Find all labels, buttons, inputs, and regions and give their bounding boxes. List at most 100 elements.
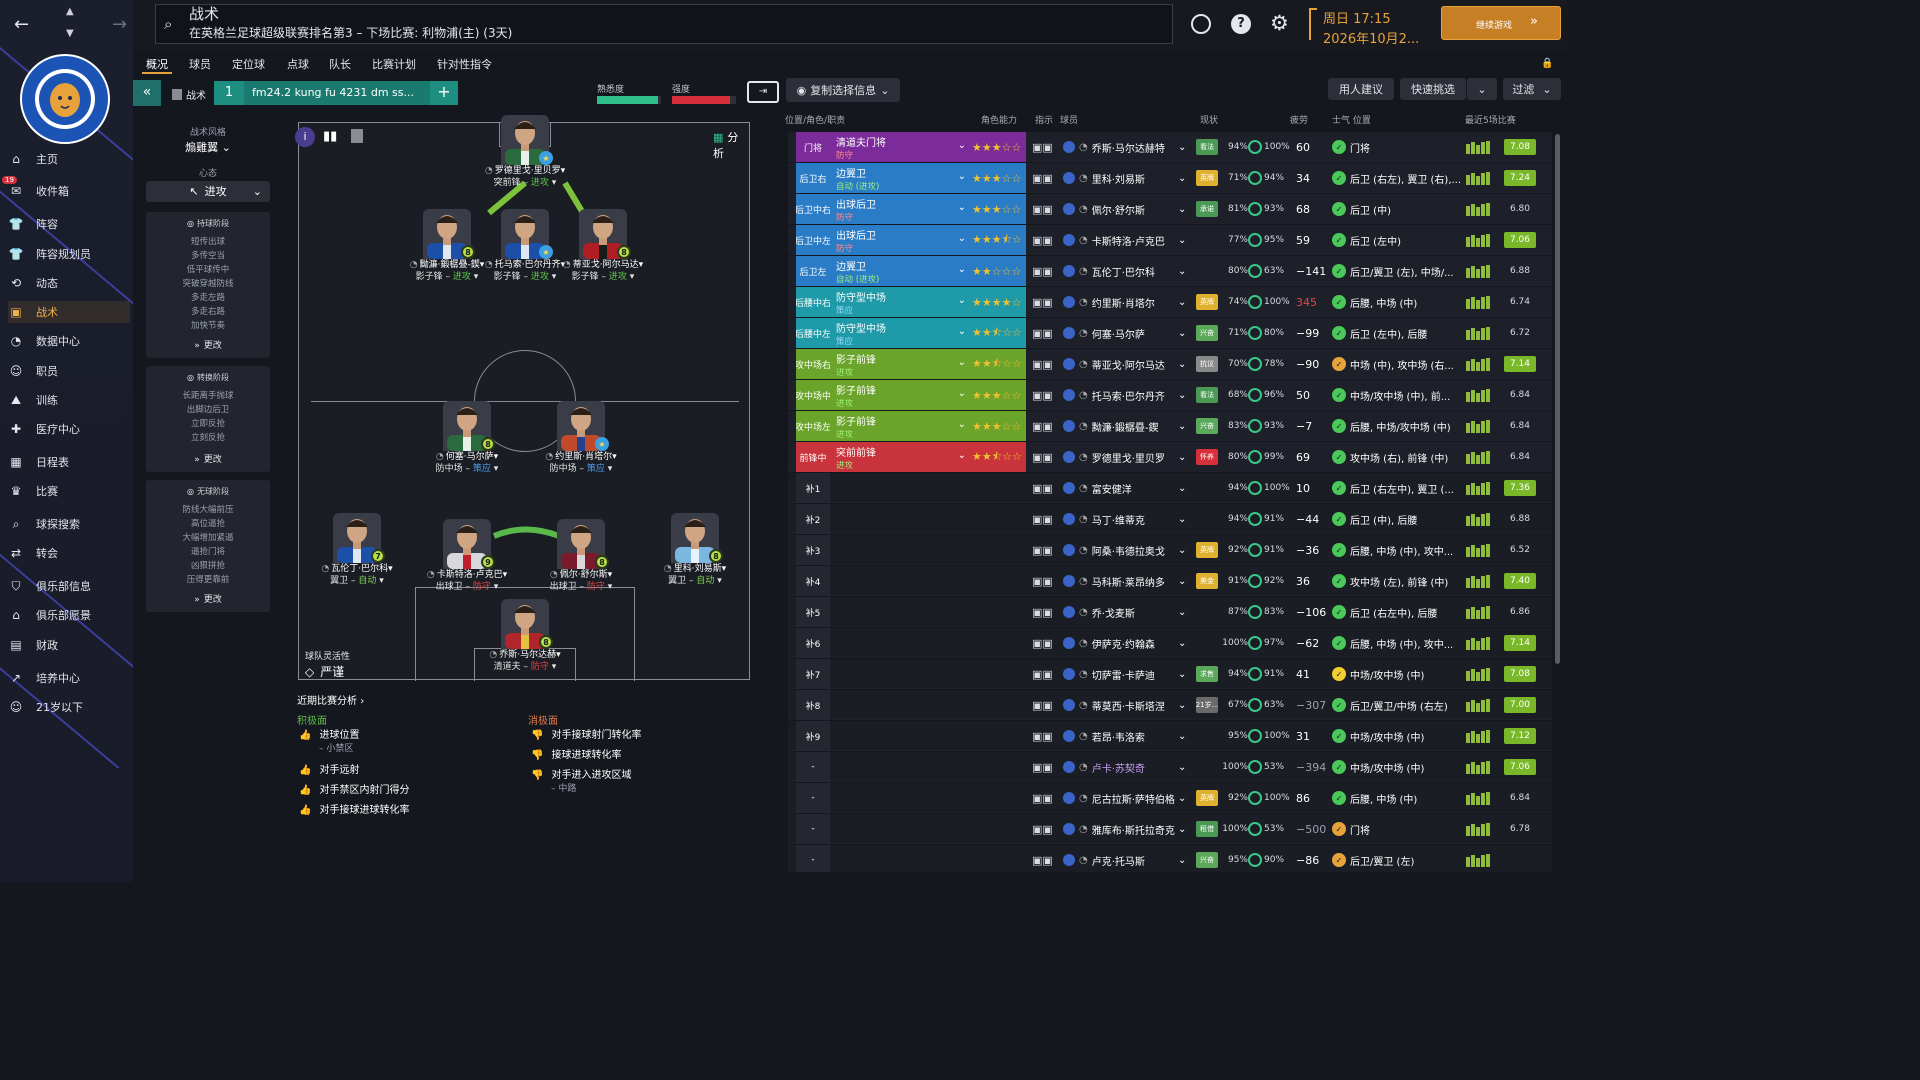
table-row[interactable]: - ▣▣ ◔ 卢卡·苏契奇 ⌄ 100% 53% −394 ✓ 中场/攻中场 (中) 7.06 (788, 752, 1552, 782)
nav-item-data-hub[interactable]: ◔ 数据中心 (8, 330, 130, 352)
instructions-icon[interactable]: ▣▣ (1032, 473, 1056, 503)
chevron-down-icon[interactable]: ⌄ (1178, 504, 1190, 534)
instructions-icon[interactable]: ▣▣ (1032, 287, 1056, 317)
chevron-down-icon[interactable]: ⌄ (1178, 225, 1190, 255)
table-row[interactable]: 门将 清道夫门将 防守 ⌄ ★★★☆☆ ▣▣ ◔ 乔斯·马尔达赫特 ⌄ 看法 94% 100% 60 ✓ 门… (788, 132, 1552, 162)
player-name-cell[interactable]: ◔ 黝濂·鍛樼疂-鍥 (1063, 411, 1193, 441)
column-header[interactable]: 指示 (1035, 113, 1053, 126)
player-name-cell[interactable]: ◔ 托马索·巴尔丹齐 (1063, 380, 1193, 410)
table-row[interactable]: - ▣▣ ◔ 尼古拉斯·萨特伯格 ⌄ 英牌 92% 100% 86 ✓ 后腰, 中场 (中) 6.84 (788, 783, 1552, 813)
player-name-cell[interactable]: ◔ 罗德里戈·里贝罗 (1063, 442, 1193, 472)
player-name-cell[interactable]: ◔ 阿桑·韦德拉奥戈 (1063, 535, 1193, 565)
instructions-icon[interactable]: ▣▣ (1032, 690, 1056, 720)
instructions-icon[interactable]: ▣▣ (1032, 535, 1056, 565)
pitch-player[interactable]: ★ ◔ 约里斯·肖塔尔▾ 防中场 – 策应 ▾ (533, 401, 629, 474)
forward-button[interactable]: → (112, 14, 127, 35)
bar-chart-icon[interactable]: ▮▮ (323, 129, 337, 144)
intensity-bar[interactable] (672, 96, 736, 104)
column-header[interactable]: 疲劳 (1290, 113, 1308, 126)
table-row[interactable]: 补1 ▣▣ ◔ 富安健洋 ⌄ 94% 100% 10 ✓ 后卫 (右左中), 翼卫 (... 7.3… (788, 473, 1552, 503)
player-name-cell[interactable]: ◔ 卢卡·苏契奇 (1063, 752, 1193, 782)
bug-report-icon[interactable] (1191, 14, 1211, 34)
player-name-cell[interactable]: ◔ 里科·刘易斯 (1063, 163, 1193, 193)
export-button[interactable]: ⇥ (747, 81, 779, 103)
column-header[interactable]: 士气 位置 (1332, 113, 1371, 126)
help-icon[interactable]: ? (1231, 14, 1251, 34)
chevron-down-icon[interactable]: ⌄ (1178, 845, 1190, 872)
table-row[interactable]: 后卫中右 出球后卫 防守 ⌄ ★★★☆☆ ▣▣ ◔ 佩尔·舒尔斯 ⌄ 承诺 81% 93% 68 ✓ 后卫 … (788, 194, 1552, 224)
player-name-cell[interactable]: ◔ 卡斯特洛·卢克巴 (1063, 225, 1193, 255)
nav-item-tactics[interactable]: ▣ 战术 (8, 301, 130, 323)
instructions-icon[interactable]: ▣▣ (1032, 845, 1056, 872)
instructions-icon[interactable]: ▣▣ (1032, 659, 1056, 689)
player-name-cell[interactable]: ◔ 乔·戈麦斯 (1063, 597, 1193, 627)
player-name-cell[interactable]: ◔ 切萨雷·卡萨迪 (1063, 659, 1193, 689)
change-button[interactable]: » 更改 (146, 338, 270, 351)
role-cell[interactable]: 影子前锋 进攻 ⌄ (830, 380, 970, 410)
pitch-player[interactable]: 8 ◔ 乔斯·马尔达赫▾ 清道夫 – 防守 ▾ (477, 599, 573, 672)
table-row[interactable]: 补6 ▣▣ ◔ 伊萨克·约翰森 ⌄ 100% 97% −62 ✓ 后腰, 中场 (中), 攻中..… (788, 628, 1552, 658)
phase-panel-1[interactable]: ◎ 转换阶段 长距离手抛球 出脚边后卫 立即反抢 立刻反抢 » 更改 (146, 366, 270, 472)
tab-6[interactable]: 针对性指令 (437, 56, 492, 72)
player-name-cell[interactable]: ◔ 佩尔·舒尔斯 (1063, 194, 1193, 224)
pitch-player[interactable]: 8 ◔ 佩尔·舒尔斯▾ 出球卫 – 防守 ▾ (533, 519, 629, 592)
instructions-icon[interactable]: ▣▣ (1032, 194, 1056, 224)
table-row[interactable]: 攻中场中 影子前锋 进攻 ⌄ ★★★☆☆ ▣▣ ◔ 托马索·巴尔丹齐 ⌄ 看法 68% 96% 50 ✓ 中… (788, 380, 1552, 410)
change-button[interactable]: » 更改 (146, 452, 270, 465)
scrollbar[interactable] (1555, 134, 1560, 664)
tactic-slot-number[interactable]: 1 (214, 81, 244, 105)
instructions-icon[interactable]: ▣▣ (1032, 721, 1056, 751)
role-cell[interactable]: 边翼卫 自动 (进攻) ⌄ (830, 256, 970, 286)
tab-5[interactable]: 比赛计划 (372, 56, 416, 72)
player-name-cell[interactable]: ◔ 蒂亚戈·阿尔马达 (1063, 349, 1193, 379)
instructions-icon[interactable]: ▣▣ (1032, 256, 1056, 286)
chevron-down-icon[interactable]: ⌄ (1178, 380, 1190, 410)
table-row[interactable]: - ▣▣ ◔ 卢克·托马斯 ⌄ 兴奋 95% 90% −86 ✓ 后卫/翼卫 (左) (788, 845, 1552, 872)
nav-item-medical[interactable]: ✚ 医疗中心 (8, 418, 130, 440)
info-icon[interactable]: i (295, 127, 315, 147)
player-name-cell[interactable]: ◔ 约里斯·肖塔尔 (1063, 287, 1193, 317)
instructions-icon[interactable]: ▣▣ (1032, 442, 1056, 472)
nav-item-vision[interactable]: ⌂ 俱乐部愿景 (8, 604, 130, 626)
chevron-down-icon[interactable]: ⌄ (1178, 628, 1190, 658)
table-row[interactable]: - ▣▣ ◔ 雅库布·斯托拉奇克 ⌄ 租借 100% 53% −500 ✓ 门将 6.78 (788, 814, 1552, 844)
table-row[interactable]: 前锋中 突前前锋 进攻 ⌄ ★★⯪☆☆ ▣▣ ◔ 罗德里戈·里贝罗 ⌄ 怀养 80% 99% 69 ✓ 攻中… (788, 442, 1552, 472)
player-name-cell[interactable]: ◔ 若昂·韦洛索 (1063, 721, 1193, 751)
pitch-player[interactable]: 8 ◔ 里科·刘易斯▾ 翼卫 – 自动 ▾ (647, 513, 743, 586)
chevron-down-icon[interactable]: ⌄ (1178, 752, 1190, 782)
player-name-cell[interactable]: ◔ 伊萨克·约翰森 (1063, 628, 1193, 658)
recommend-button[interactable]: 用人建议 (1328, 78, 1394, 100)
chevron-down-icon[interactable]: ⌄ (1178, 814, 1190, 844)
table-row[interactable]: 攻中场右 影子前锋 进攻 ⌄ ★★⯪☆☆ ▣▣ ◔ 蒂亚戈·阿尔马达 ⌄ 抗议 70% 78% −90 ✓… (788, 349, 1552, 379)
chevron-down-icon[interactable]: ⌄ (1178, 473, 1190, 503)
change-button[interactable]: » 更改 (146, 592, 270, 605)
table-row[interactable]: 补7 ▣▣ ◔ 切萨雷·卡萨迪 ⌄ 求售 94% 91% 41 ✓ 中场/攻中场 (中) 7.08 (788, 659, 1552, 689)
role-cell[interactable]: 边翼卫 自动 (进攻) ⌄ (830, 163, 970, 193)
instructions-icon[interactable]: ▣▣ (1032, 163, 1056, 193)
instructions-icon[interactable]: ▣▣ (1032, 318, 1056, 348)
column-header[interactable]: 最近5场比赛 (1465, 113, 1516, 126)
role-cell[interactable]: 出球后卫 防守 ⌄ (830, 225, 970, 255)
chevron-down-icon[interactable]: ⌄ (1178, 318, 1190, 348)
table-row[interactable]: 补5 ▣▣ ◔ 乔·戈麦斯 ⌄ 87% 83% −106 ✓ 后卫 (右左中), 后腰 6.86 (788, 597, 1552, 627)
table-row[interactable]: 补3 ▣▣ ◔ 阿桑·韦德拉奥戈 ⌄ 英牌 92% 91% −36 ✓ 后腰, 中场 (中), 攻中… (788, 535, 1552, 565)
player-name-cell[interactable]: ◔ 卢克·托马斯 (1063, 845, 1193, 872)
player-name-cell[interactable]: ◔ 蒂莫西·卡斯塔涅 (1063, 690, 1193, 720)
chevron-down-icon[interactable]: ⌄ (1178, 690, 1190, 720)
table-row[interactable]: 后卫中左 出球后卫 防守 ⌄ ★★★⯪☆ ▣▣ ◔ 卡斯特洛·卢克巴 ⌄ 77% 95% 59 ✓ 后卫 … (788, 225, 1552, 255)
tab-3[interactable]: 点球 (287, 56, 309, 72)
player-name-cell[interactable]: ◔ 乔斯·马尔达赫特 (1063, 132, 1193, 162)
familiarity-bar[interactable] (597, 96, 661, 104)
tab-0[interactable]: 概况 (146, 56, 168, 72)
back-button[interactable]: ← (14, 14, 34, 35)
role-cell[interactable]: 影子前锋 进攻 ⌄ (830, 349, 970, 379)
pitch-player[interactable]: 8 ◔ 蒂亚戈·阿尔马达▾ 影子锋 – 进攻 ▾ (555, 209, 651, 282)
chevron-down-icon[interactable]: ⌄ (1178, 659, 1190, 689)
player-name-cell[interactable]: ◔ 雅库布·斯托拉奇克 (1063, 814, 1193, 844)
analysis-title[interactable]: 近期比赛分析 › (297, 692, 364, 707)
mentality-dropdown[interactable]: ↖ 进攻 ⌄ (146, 181, 270, 202)
collapse-button[interactable]: « (133, 80, 161, 106)
chevron-down-icon[interactable]: ⌄ (1178, 411, 1190, 441)
player-name-cell[interactable]: ◔ 瓦伦丁·巴尔科 (1063, 256, 1193, 286)
nav-item-inbox[interactable]: ✉ 收件箱 19 (2, 176, 130, 202)
